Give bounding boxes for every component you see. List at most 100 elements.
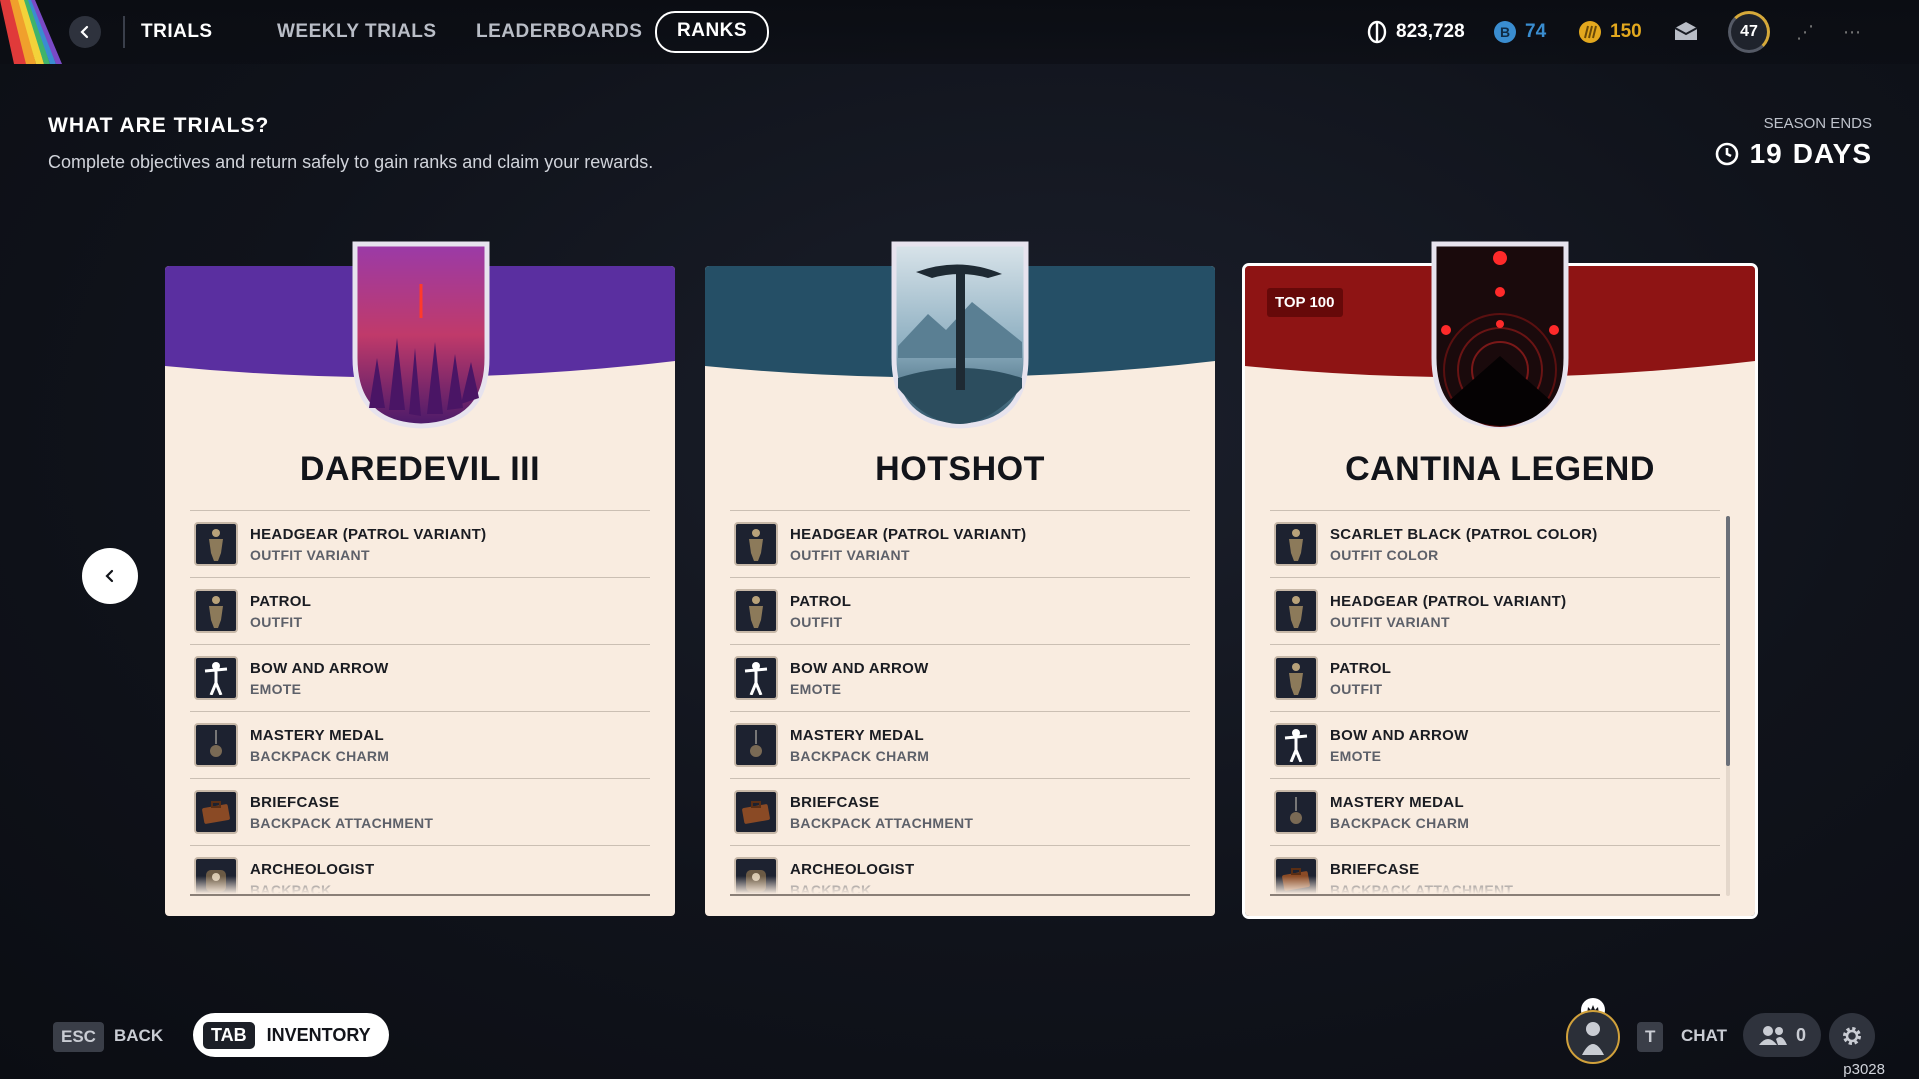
tab-trials[interactable]: TRIALS	[141, 12, 213, 52]
tab-weekly-trials[interactable]: WEEKLY TRIALS	[277, 12, 437, 52]
chevron-left-icon	[105, 569, 114, 583]
reward-name: ARCHEOLOGIST	[790, 860, 915, 878]
reward-name: PATROL	[1330, 659, 1392, 677]
inventory-button[interactable]: TAB INVENTORY	[193, 1013, 389, 1057]
reward-list[interactable]: HEADGEAR (PATROL VARIANT) OUTFIT VARIANT …	[730, 510, 1190, 896]
credits-value: 823,728	[1396, 21, 1465, 42]
list-item[interactable]: MASTERY MEDAL BACKPACK CHARM	[730, 711, 1190, 778]
list-fade	[190, 876, 650, 896]
tokens-display: B 74	[1493, 18, 1546, 46]
avatar-portrait-icon	[1582, 1022, 1604, 1055]
soldier-icon	[734, 589, 778, 633]
list-item[interactable]: HEADGEAR (PATROL VARIANT) OUTFIT VARIANT	[1270, 577, 1720, 644]
tokens-value: 74	[1525, 21, 1547, 42]
list-item[interactable]: BOW AND ARROW EMOTE	[730, 644, 1190, 711]
list-item[interactable]: PATROL OUTFIT	[1270, 644, 1720, 711]
back-label[interactable]: BACK	[114, 1026, 163, 1046]
settings-button[interactable]	[1829, 1013, 1875, 1059]
season-days-value: 19	[1749, 138, 1783, 169]
reward-name: BOW AND ARROW	[250, 659, 389, 677]
list-item[interactable]: SCARLET BLACK (PATROL COLOR) OUTFIT COLOR	[1270, 510, 1720, 577]
medal-icon	[734, 723, 778, 767]
tab-ranks[interactable]: RANKS	[655, 11, 770, 53]
reward-name: BRIEFCASE	[1330, 860, 1420, 878]
gold-value: 150	[1610, 21, 1642, 42]
reward-name: HEADGEAR (PATROL VARIANT)	[250, 525, 487, 543]
season-days-unit: DAYS	[1792, 138, 1872, 169]
soldier-icon	[1274, 522, 1318, 566]
gold-icon	[1579, 21, 1601, 43]
list-item[interactable]: HEADGEAR (PATROL VARIANT) OUTFIT VARIANT	[730, 510, 1190, 577]
list-item[interactable]: MASTERY MEDAL BACKPACK CHARM	[1270, 778, 1720, 845]
list-item[interactable]: PATROL OUTFIT	[190, 577, 650, 644]
previous-rank-button[interactable]	[82, 548, 138, 604]
reward-list[interactable]: SCARLET BLACK (PATROL COLOR) OUTFIT COLOR…	[1270, 510, 1720, 896]
reward-type: EMOTE	[790, 680, 842, 697]
friends-button[interactable]: 0	[1743, 1013, 1821, 1057]
back-button[interactable]	[69, 16, 101, 48]
tab-leaderboards[interactable]: LEADERBOARDS	[476, 12, 642, 52]
reward-name: BOW AND ARROW	[1330, 726, 1469, 744]
reward-scrollbar-thumb[interactable]	[1726, 516, 1730, 766]
reward-type: EMOTE	[250, 680, 302, 697]
info-description: Complete objectives and return safely to…	[48, 152, 654, 172]
briefcase-icon	[194, 790, 238, 834]
reward-type: EMOTE	[1330, 747, 1382, 764]
reward-type: BACKPACK ATTACHMENT	[790, 814, 974, 831]
reward-type: BACKPACK CHARM	[790, 747, 930, 764]
reward-type: BACKPACK CHARM	[1330, 814, 1470, 831]
reward-type: OUTFIT	[790, 613, 843, 630]
emote-figure-icon	[194, 656, 238, 700]
reward-name: ARCHEOLOGIST	[250, 860, 375, 878]
tab-key-hint: TAB	[203, 1021, 255, 1049]
inventory-label: INVENTORY	[266, 1024, 371, 1045]
friends-count: 0	[1795, 1024, 1806, 1045]
list-item[interactable]: BRIEFCASE BACKPACK ATTACHMENT	[730, 778, 1190, 845]
chat-label[interactable]: CHAT	[1681, 1026, 1727, 1046]
reward-name: PATROL	[250, 592, 312, 610]
list-item[interactable]: HEADGEAR (PATROL VARIANT) OUTFIT VARIANT	[190, 510, 650, 577]
player-level-badge[interactable]: 47	[1728, 11, 1770, 53]
rank-title: DAREDEVIL III	[299, 450, 541, 488]
medal-icon	[194, 723, 238, 767]
list-item[interactable]: PATROL OUTFIT	[730, 577, 1190, 644]
reward-name: SCARLET BLACK (PATROL COLOR)	[1330, 525, 1598, 543]
token-icon: B	[1494, 21, 1516, 43]
soldier-icon	[194, 589, 238, 633]
top-bar: TRIALS WEEKLY TRIALS LEADERBOARDS RANKS …	[0, 0, 1919, 64]
player-level-value: 47	[1740, 23, 1758, 40]
t-key-hint: T	[1637, 1022, 1664, 1052]
daredevil-shield-icon	[352, 241, 490, 429]
reward-name: HEADGEAR (PATROL VARIANT)	[790, 525, 1027, 543]
soldier-icon	[1274, 589, 1318, 633]
list-item[interactable]: MASTERY MEDAL BACKPACK CHARM	[190, 711, 650, 778]
season-timer: 19 DAYS	[1714, 138, 1872, 170]
reward-type: OUTFIT COLOR	[1330, 546, 1439, 563]
reward-type: OUTFIT VARIANT	[790, 546, 910, 563]
list-item[interactable]: BOW AND ARROW EMOTE	[1270, 711, 1720, 778]
rank-title: CANTINA LEGEND	[1345, 450, 1655, 488]
reward-list[interactable]: HEADGEAR (PATROL VARIANT) OUTFIT VARIANT …	[190, 510, 650, 896]
list-item[interactable]: BOW AND ARROW EMOTE	[190, 644, 650, 711]
player-avatar[interactable]	[1566, 1010, 1620, 1064]
loading-icon: ⋰ ⋯	[1796, 22, 1874, 42]
list-fade	[1270, 876, 1720, 896]
reward-name: HEADGEAR (PATROL VARIANT)	[1330, 592, 1567, 610]
clock-icon	[1715, 142, 1738, 166]
top-100-badge: TOP 100	[1267, 288, 1343, 317]
emote-figure-icon	[1274, 723, 1318, 767]
svg-text:B: B	[1500, 24, 1510, 40]
list-item[interactable]: BRIEFCASE BACKPACK ATTACHMENT	[190, 778, 650, 845]
info-title: WHAT ARE TRIALS?	[48, 114, 270, 137]
reward-type: OUTFIT VARIANT	[250, 546, 370, 563]
chevron-left-icon	[80, 25, 89, 39]
mail-icon[interactable]	[1673, 20, 1699, 42]
soldier-icon	[734, 522, 778, 566]
reward-type: BACKPACK ATTACHMENT	[250, 814, 434, 831]
friends-icon	[1758, 1026, 1787, 1045]
soldier-icon	[1274, 656, 1318, 700]
reward-name: BRIEFCASE	[790, 793, 880, 811]
reward-name: BOW AND ARROW	[790, 659, 929, 677]
esc-key-hint: ESC	[53, 1022, 104, 1052]
cantina-legend-shield-icon	[1431, 241, 1569, 429]
